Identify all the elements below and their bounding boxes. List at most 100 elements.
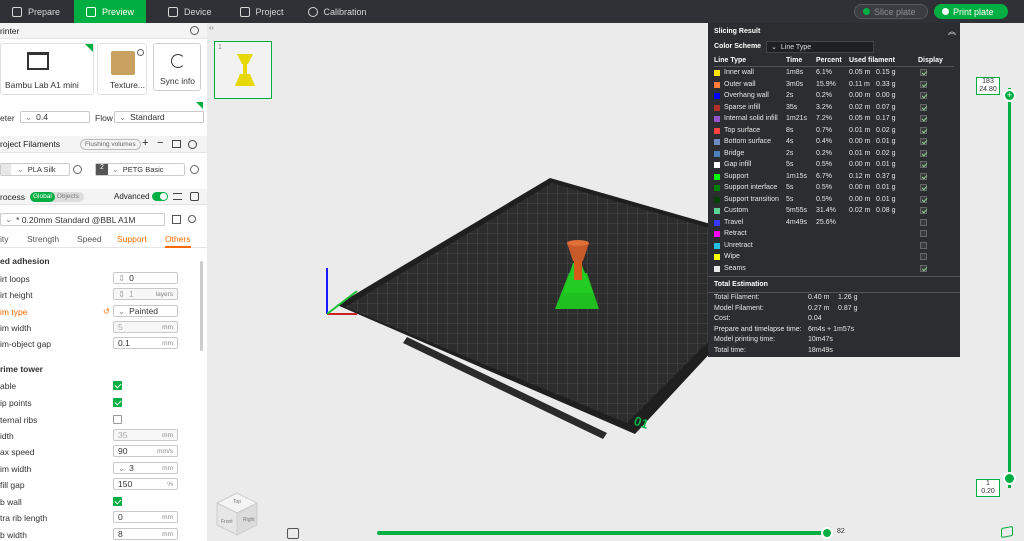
divider	[708, 276, 960, 277]
global-option[interactable]: Global	[30, 192, 55, 202]
add-icon[interactable]: +	[142, 137, 148, 149]
collapse-icon[interactable]: ︽	[948, 26, 956, 37]
search-icon[interactable]	[188, 215, 196, 223]
gear-icon[interactable]	[188, 140, 197, 149]
skip-points-checkbox[interactable]	[113, 398, 122, 407]
flow-select[interactable]: ⌄ Standard	[114, 111, 204, 123]
tab-project[interactable]: Project	[228, 0, 296, 23]
display-checkbox[interactable]	[920, 253, 927, 260]
line-type-name: Internal solid infill	[724, 115, 778, 122]
panel-scrollbar[interactable]	[200, 261, 203, 351]
display-checkbox[interactable]	[920, 264, 927, 272]
tower-width-input[interactable]: 35 mm	[113, 429, 178, 441]
infill-gap-value: 150	[118, 479, 133, 489]
color-scheme-select[interactable]: ⌄ Line Type	[766, 41, 874, 53]
brim-width-unit: mm	[162, 323, 173, 331]
sync-filament-icon[interactable]	[172, 140, 181, 148]
slicing-result-title: Slicing Result	[714, 28, 761, 35]
line-type-grams: 0.02 g	[876, 126, 896, 134]
objects-option[interactable]: Objects	[55, 192, 81, 202]
display-checkbox[interactable]	[920, 69, 927, 76]
line-type-percent: 6.7%	[816, 172, 832, 180]
process-preset-select[interactable]: ⌄ * 0.20mm Standard @BBL A1M	[0, 213, 165, 226]
view-cube[interactable]: Top Front Right	[213, 489, 263, 537]
tab-prepare[interactable]: Prepare	[0, 0, 74, 23]
enable-checkbox[interactable]	[113, 381, 122, 390]
slice-plate-button[interactable]: Slice plate	[854, 4, 928, 19]
filament-2-remove-icon[interactable]	[190, 165, 199, 174]
extra-rib-length-unit: mm	[162, 513, 173, 521]
skirt-height-input[interactable]: ⇕ 1 layers	[113, 288, 178, 300]
tab-speed[interactable]: Speed	[77, 234, 102, 244]
layers-icon[interactable]	[1001, 525, 1013, 539]
sync-info-button[interactable]: Sync info	[153, 43, 201, 91]
tab-calibration[interactable]: Calibration	[296, 0, 379, 23]
filament-1-swatch	[1, 164, 11, 175]
filaments-header-label: roject Filaments	[0, 139, 60, 149]
rib-width-input[interactable]: 8 mm	[113, 528, 178, 540]
display-checkbox[interactable]	[920, 126, 927, 134]
screenshot-icon[interactable]	[287, 528, 299, 539]
move-slider-handle[interactable]	[821, 527, 833, 539]
extra-rib-length-input[interactable]: 0 mm	[113, 511, 178, 523]
line-type-swatch	[714, 265, 720, 272]
layer-slider-track[interactable]	[1008, 88, 1011, 488]
display-checkbox[interactable]	[920, 195, 927, 203]
nozzle-select[interactable]: ⌄ 0.4	[20, 111, 90, 123]
reset-icon[interactable]: ↺	[103, 307, 110, 316]
info-icon[interactable]	[137, 49, 144, 56]
display-checkbox[interactable]	[920, 92, 927, 99]
display-checkbox[interactable]	[920, 172, 927, 180]
gear-icon[interactable]	[190, 26, 199, 35]
tab-device[interactable]: Device	[156, 0, 224, 23]
brim-gap-input[interactable]: 0.1 mm	[113, 337, 178, 349]
global-objects-toggle[interactable]: Global Objects	[30, 192, 84, 202]
skirt-loops-input[interactable]: ⇕ 0	[113, 272, 178, 284]
line-type-time: 35s	[786, 103, 798, 111]
tab-strength[interactable]: Strength	[27, 234, 59, 244]
internal-ribs-checkbox[interactable]	[113, 415, 122, 424]
line-type-name: Seams	[724, 264, 746, 272]
max-speed-input[interactable]: 90 mm/s	[113, 445, 178, 457]
chevron-down-icon: ⌄	[119, 111, 127, 122]
display-checkbox[interactable]	[920, 161, 927, 168]
display-checkbox[interactable]	[920, 80, 927, 88]
line-type-name: Wipe	[724, 253, 740, 260]
display-checkbox[interactable]	[920, 138, 927, 145]
move-slider-track[interactable]	[377, 531, 829, 535]
display-checkbox[interactable]	[920, 184, 927, 191]
brim-width-value: 5	[118, 322, 123, 332]
rib-wall-checkbox[interactable]	[113, 497, 122, 506]
display-checkbox[interactable]	[920, 149, 927, 157]
flushing-volumes-button[interactable]: Flushing volumes	[80, 139, 141, 150]
layer-slider-bottom-handle[interactable]	[1003, 472, 1016, 485]
tower-brim-width-input[interactable]: ⌄ 3 mm	[113, 462, 178, 474]
brim-width-input[interactable]: 5 mm	[113, 321, 178, 333]
tab-preview[interactable]: Preview	[74, 0, 146, 23]
layer-slider-top-handle[interactable]: +	[1003, 89, 1016, 102]
compare-icon[interactable]	[190, 192, 199, 201]
filament-1-remove-icon[interactable]	[73, 165, 82, 174]
display-checkbox[interactable]	[920, 241, 927, 249]
tab-quality[interactable]: ity	[0, 234, 9, 244]
print-plate-button[interactable]: Print plate	[934, 4, 1008, 19]
display-checkbox[interactable]	[920, 103, 927, 111]
plate-card[interactable]: Texture...	[97, 43, 147, 95]
save-icon[interactable]	[172, 215, 181, 224]
display-checkbox[interactable]	[920, 230, 927, 237]
display-checkbox[interactable]	[920, 115, 927, 122]
filament-2-select[interactable]: 2 ⌄ PETG Basic	[95, 163, 185, 176]
line-type-meters: 0.12 m	[849, 172, 871, 180]
filament-1-select[interactable]: ⌄ PLA Silk	[0, 163, 70, 176]
printer-card[interactable]: Bambu Lab A1 mini	[0, 43, 94, 95]
display-checkbox[interactable]	[920, 207, 927, 214]
brim-type-select[interactable]: ⌄ Painted	[113, 305, 178, 317]
line-type-percent: 0.5%	[816, 161, 832, 168]
tab-others[interactable]: Others	[165, 234, 191, 248]
infill-gap-input[interactable]: 150%	[113, 478, 178, 490]
remove-icon[interactable]: −	[157, 137, 163, 149]
display-checkbox[interactable]	[920, 218, 927, 226]
tab-support[interactable]: Support	[117, 234, 147, 244]
list-icon[interactable]	[173, 193, 182, 200]
advanced-toggle[interactable]	[152, 192, 168, 201]
